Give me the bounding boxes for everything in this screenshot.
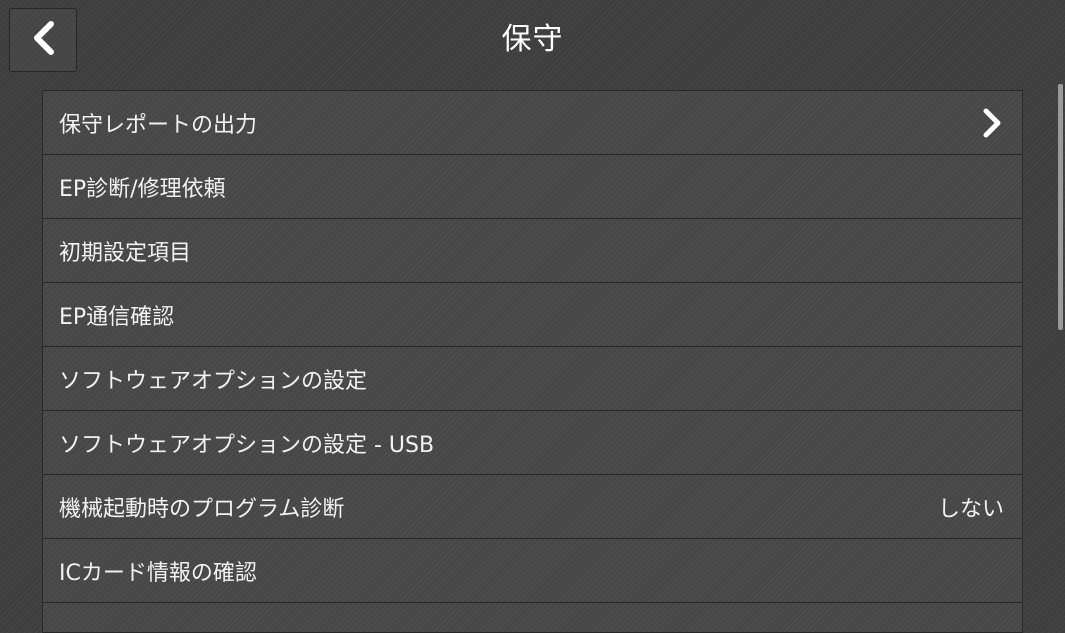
menu-item-software-option-settings[interactable]: ソフトウェアオプションの設定: [42, 347, 1023, 411]
menu-item-label: 初期設定項目: [59, 240, 192, 266]
menu-item-label: ソフトウェアオプションの設定 - USB: [59, 432, 435, 458]
menu-item-maintenance-report-output[interactable]: 保守レポートの出力: [42, 91, 1023, 155]
scrollbar[interactable]: [1058, 84, 1063, 330]
menu-item-label: ICカード情報の確認: [59, 560, 257, 586]
maintenance-menu-list: 保守レポートの出力 EP診断/修理依頼 初期設定項目 EP通信確認 ソフトウェア…: [42, 90, 1023, 633]
menu-item-ep-communication-check[interactable]: EP通信確認: [42, 283, 1023, 347]
menu-item-value: しない: [937, 496, 1004, 522]
menu-item-startup-program-diagnosis[interactable]: 機械起動時のプログラム診断 しない: [42, 475, 1023, 539]
menu-item-ic-card-info-check[interactable]: ICカード情報の確認: [42, 539, 1023, 603]
chevron-right-icon: [980, 106, 1004, 140]
menu-item-ep-diagnosis-repair-request[interactable]: EP診断/修理依頼: [42, 155, 1023, 219]
menu-item-label: ソフトウェアオプションの設定: [59, 368, 368, 394]
page-title: 保守: [501, 22, 564, 57]
menu-item-label: EP通信確認: [59, 304, 175, 330]
menu-item-label: 保守レポートの出力: [59, 112, 258, 138]
menu-item-next-partial[interactable]: [42, 603, 1023, 633]
menu-item-label: EP診断/修理依頼: [59, 176, 226, 202]
menu-item-initial-settings[interactable]: 初期設定項目: [42, 219, 1023, 283]
menu-item-software-option-settings-usb[interactable]: ソフトウェアオプションの設定 - USB: [42, 411, 1023, 475]
menu-item-label: 機械起動時のプログラム診断: [59, 496, 345, 522]
